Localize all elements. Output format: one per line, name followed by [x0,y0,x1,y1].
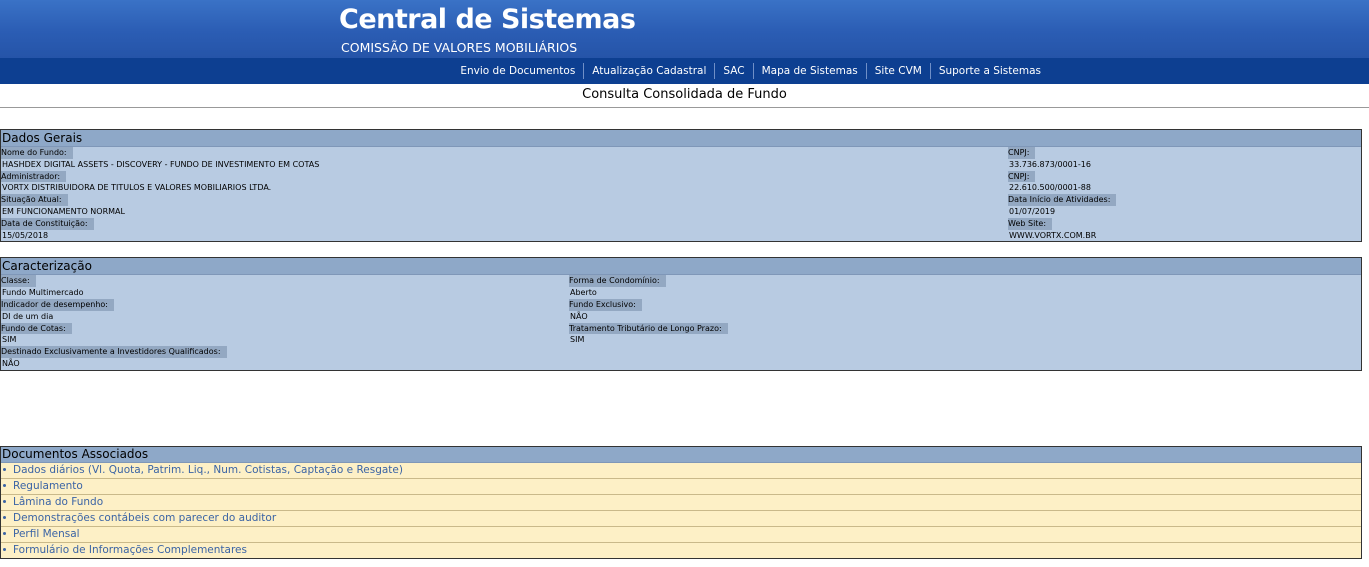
exclusivo-field: Fundo Exclusivo: NÃO [569,298,642,323]
caracterizacao-panel: Caracterização Classe: Fundo Multimercad… [0,257,1362,371]
doc-link-formulario[interactable]: Formulário de Informações Complementares [1,543,1361,558]
website-value[interactable]: WWW.VORTX.COM.BR [1008,230,1096,242]
bullet-icon [3,547,6,551]
cnpj-fundo-label: CNPJ: [1008,147,1036,159]
doc-link-regulamento[interactable]: Regulamento [1,479,1361,495]
inicio-atividades-field: Data Início de Atividades: 01/07/2019 [1008,194,1117,218]
exclusivo-label: Fundo Exclusivo: [569,298,642,311]
indicador-label: Indicador de desempenho: [1,298,114,311]
classe-value: Fundo Multimercado [2,288,84,298]
nav-site-cvm[interactable]: Site CVM [865,63,930,79]
bullet-icon [3,515,6,519]
situacao-label: Situação Atual: [1,194,68,206]
nome-fundo-label: Nome do Fundo: [1,147,73,159]
administrador-label: Administrador: [1,170,67,183]
site-title[interactable]: Central de Sistemas [339,4,636,35]
inicio-atividades-value: 01/07/2019 [1009,206,1056,216]
documentos-panel: Documentos Associados Dados diários (Vl.… [0,445,1362,559]
tributario-field: Tratamento Tributário de Longo Prazo: SI… [569,322,728,347]
website-field: Web Site: WWW.VORTX.COM.BR [1008,217,1096,242]
nav-atualizacao-cadastral[interactable]: Atualização Cadastral [583,63,714,79]
classe-label: Classe: [1,275,36,288]
page-title: Consulta Consolidada de Fundo [0,84,1369,108]
doc-link-label[interactable]: Dados diários (Vl. Quota, Patrim. Liq., … [13,464,403,476]
doc-link-label[interactable]: Lâmina do Fundo [13,496,103,508]
cnpj-admin-label: CNPJ: [1008,170,1036,183]
indicador-field: Indicador de desempenho: DI de um dia [1,298,569,323]
dados-gerais-panel: Dados Gerais Nome do Fundo: HASHDEX DIGI… [0,129,1362,243]
cnpj-admin-field: CNPJ: 22.610.500/0001-88 [1008,170,1091,195]
administrador-value: VORTX DISTRIBUIDORA DE TITULOS E VALORES… [2,183,272,193]
qualificados-field: Destinado Exclusivamente a Investidores … [1,346,569,370]
site-header: Central de Sistemas COMISSÃO DE VALORES … [0,0,1369,58]
nome-fundo-field: Nome do Fundo: HASHDEX DIGITAL ASSETS - … [1,147,1008,171]
condominio-value: Aberto [570,288,597,298]
doc-link-label[interactable]: Demonstrações contábeis com parecer do a… [13,512,276,524]
cnpj-fundo-value: 33.736.873/0001-16 [1009,159,1091,169]
bullet-icon [3,483,6,487]
fundo-cotas-value: SIM [2,335,17,345]
situacao-value: EM FUNCIONAMENTO NORMAL [2,206,125,216]
doc-link-lamina[interactable]: Lâmina do Fundo [1,495,1361,511]
documentos-heading: Documentos Associados [1,446,1361,463]
doc-link-perfil-mensal[interactable]: Perfil Mensal [1,527,1361,543]
qualificados-value: NÃO [2,358,20,368]
caracterizacao-heading: Caracterização [1,258,1361,276]
classe-field: Classe: Fundo Multimercado [1,275,569,299]
website-label: Web Site: [1008,217,1053,230]
bullet-icon [3,531,6,535]
tributario-label: Tratamento Tributário de Longo Prazo: [569,322,728,335]
nav-sac[interactable]: SAC [714,63,752,79]
bullet-icon [3,467,6,471]
condominio-field: Forma de Condomínio: Aberto [569,275,666,299]
doc-link-label[interactable]: Regulamento [13,480,83,492]
exclusivo-value: NÃO [570,311,588,321]
top-nav: Envio de Documentos Atualização Cadastra… [0,58,1369,84]
situacao-field: Situação Atual: EM FUNCIONAMENTO NORMAL [1,194,1008,218]
nav-envio-documentos[interactable]: Envio de Documentos [452,63,583,79]
fundo-cotas-field: Fundo de Cotas: SIM [1,322,569,347]
nome-fundo-value: HASHDEX DIGITAL ASSETS - DISCOVERY - FUN… [2,159,320,169]
condominio-label: Forma de Condomínio: [569,275,666,288]
site-subtitle: COMISSÃO DE VALORES MOBILIÁRIOS [341,40,578,55]
constituicao-value: 15/05/2018 [2,230,49,240]
doc-link-label[interactable]: Perfil Mensal [13,528,80,540]
tributario-value: SIM [570,335,585,345]
bullet-icon [3,499,6,503]
qualificados-label: Destinado Exclusivamente a Investidores … [1,346,227,358]
constituicao-label: Data de Constituição: [1,217,94,230]
indicador-value: DI de um dia [2,311,54,321]
nav-suporte-sistemas[interactable]: Suporte a Sistemas [929,63,1049,79]
cnpj-fundo-field: CNPJ: 33.736.873/0001-16 [1008,147,1091,171]
doc-link-label[interactable]: Formulário de Informações Complementares [13,544,247,556]
nav-mapa-sistemas[interactable]: Mapa de Sistemas [752,63,866,79]
inicio-atividades-label: Data Início de Atividades: [1008,194,1117,206]
dados-gerais-heading: Dados Gerais [1,130,1361,147]
constituicao-field: Data de Constituição: 15/05/2018 [1,217,1008,242]
fundo-cotas-label: Fundo de Cotas: [1,322,72,335]
administrador-field: Administrador: VORTX DISTRIBUIDORA DE TI… [1,170,1008,195]
cnpj-admin-value: 22.610.500/0001-88 [1009,183,1091,193]
doc-link-demonstracoes[interactable]: Demonstrações contábeis com parecer do a… [1,511,1361,527]
doc-link-dados-diarios[interactable]: Dados diários (Vl. Quota, Patrim. Liq., … [1,463,1361,479]
